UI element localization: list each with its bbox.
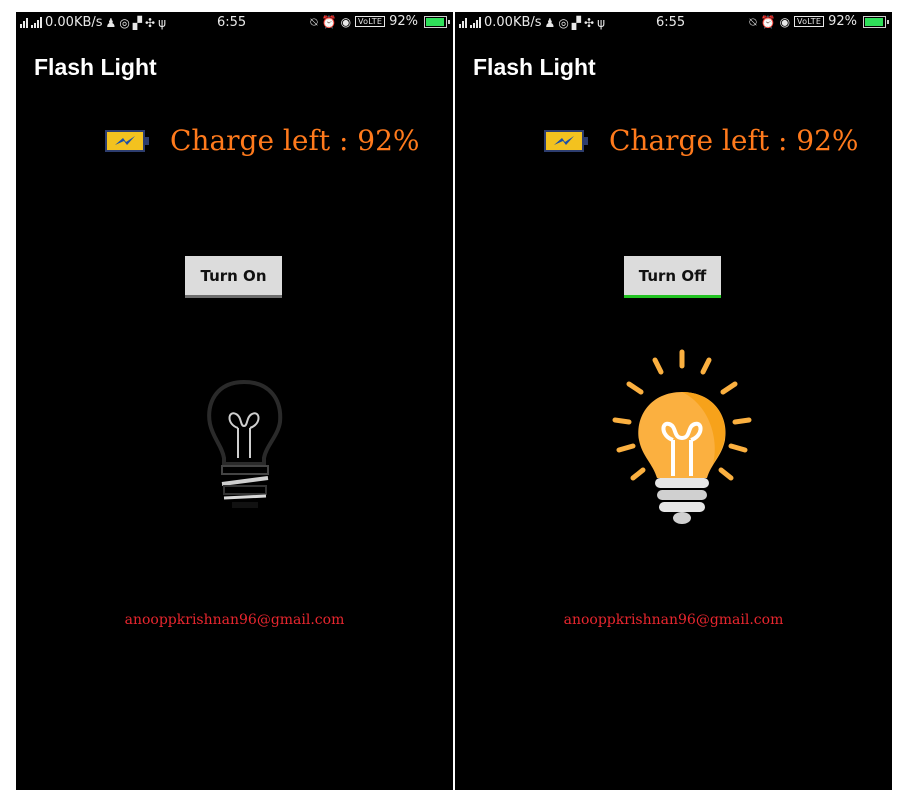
signal-icon — [20, 17, 28, 28]
status-bar: 0.00KB/s ♟ ◎ ▞ ✣ ψ 6:55 ⍉ ⏰ ◉ VoLTE 92% — [16, 12, 453, 34]
signal-icon — [31, 17, 42, 28]
phone-screen-right: 0.00KB/s ♟ ◎ ▞ ✣ ψ 6:55 ⍉ ⏰ ◉ VoLTE 92% … — [455, 12, 892, 790]
app-title: Flash Light — [34, 54, 157, 80]
battery-charge-icon — [544, 129, 588, 152]
charge-left-label: Charge left : 92% — [609, 124, 859, 157]
charge-row: Charge left : 92% — [544, 124, 859, 157]
volte-badge: VoLTE — [355, 16, 386, 27]
volte-badge: VoLTE — [794, 16, 825, 27]
sync-icon: ✣ — [584, 15, 595, 30]
eye-icon: ◉ — [779, 14, 791, 29]
notification-icon: ♟ — [105, 15, 117, 30]
bulb-off-icon — [207, 380, 283, 508]
alarm-icon: ⏰ — [760, 14, 776, 29]
battery-icon — [424, 15, 450, 28]
data-rate: 0.00KB/s — [45, 15, 103, 30]
turn-on-button[interactable]: Turn On — [185, 256, 282, 298]
phone-screen-left: 0.00KB/s ♟ ◎ ▞ ✣ ψ 6:55 ⍉ ⏰ ◉ VoLTE 92% … — [16, 12, 453, 790]
turn-off-button[interactable]: Turn Off — [624, 256, 721, 298]
app-title: Flash Light — [473, 54, 596, 80]
battery-charge-icon — [105, 129, 149, 152]
whatsapp-icon: ◎ — [558, 15, 569, 30]
eye-icon: ◉ — [340, 14, 352, 29]
sync-icon: ✣ — [145, 15, 156, 30]
bulb-on-icon — [612, 349, 752, 524]
flipboard-icon: ▞ — [132, 15, 143, 30]
clock: 6:55 — [656, 15, 686, 30]
battery-icon — [863, 15, 889, 28]
battery-percent: 92% — [389, 14, 418, 29]
usb-icon: ψ — [597, 15, 606, 30]
developer-email: anooppkrishnan96@gmail.com — [124, 612, 345, 628]
developer-email: anooppkrishnan96@gmail.com — [563, 612, 784, 628]
mute-icon: ⍉ — [749, 14, 757, 29]
signal-icon — [459, 17, 467, 28]
status-bar: 0.00KB/s ♟ ◎ ▞ ✣ ψ 6:55 ⍉ ⏰ ◉ VoLTE 92% — [455, 12, 892, 34]
alarm-icon: ⏰ — [321, 14, 337, 29]
notification-icon: ♟ — [544, 15, 556, 30]
battery-percent: 92% — [828, 14, 857, 29]
clock: 6:55 — [217, 15, 247, 30]
usb-icon: ψ — [158, 15, 167, 30]
whatsapp-icon: ◎ — [119, 15, 130, 30]
charge-left-label: Charge left : 92% — [170, 124, 420, 157]
data-rate: 0.00KB/s — [484, 15, 542, 30]
signal-icon — [470, 17, 481, 28]
charge-row: Charge left : 92% — [105, 124, 420, 157]
mute-icon: ⍉ — [310, 14, 318, 29]
flipboard-icon: ▞ — [571, 15, 582, 30]
